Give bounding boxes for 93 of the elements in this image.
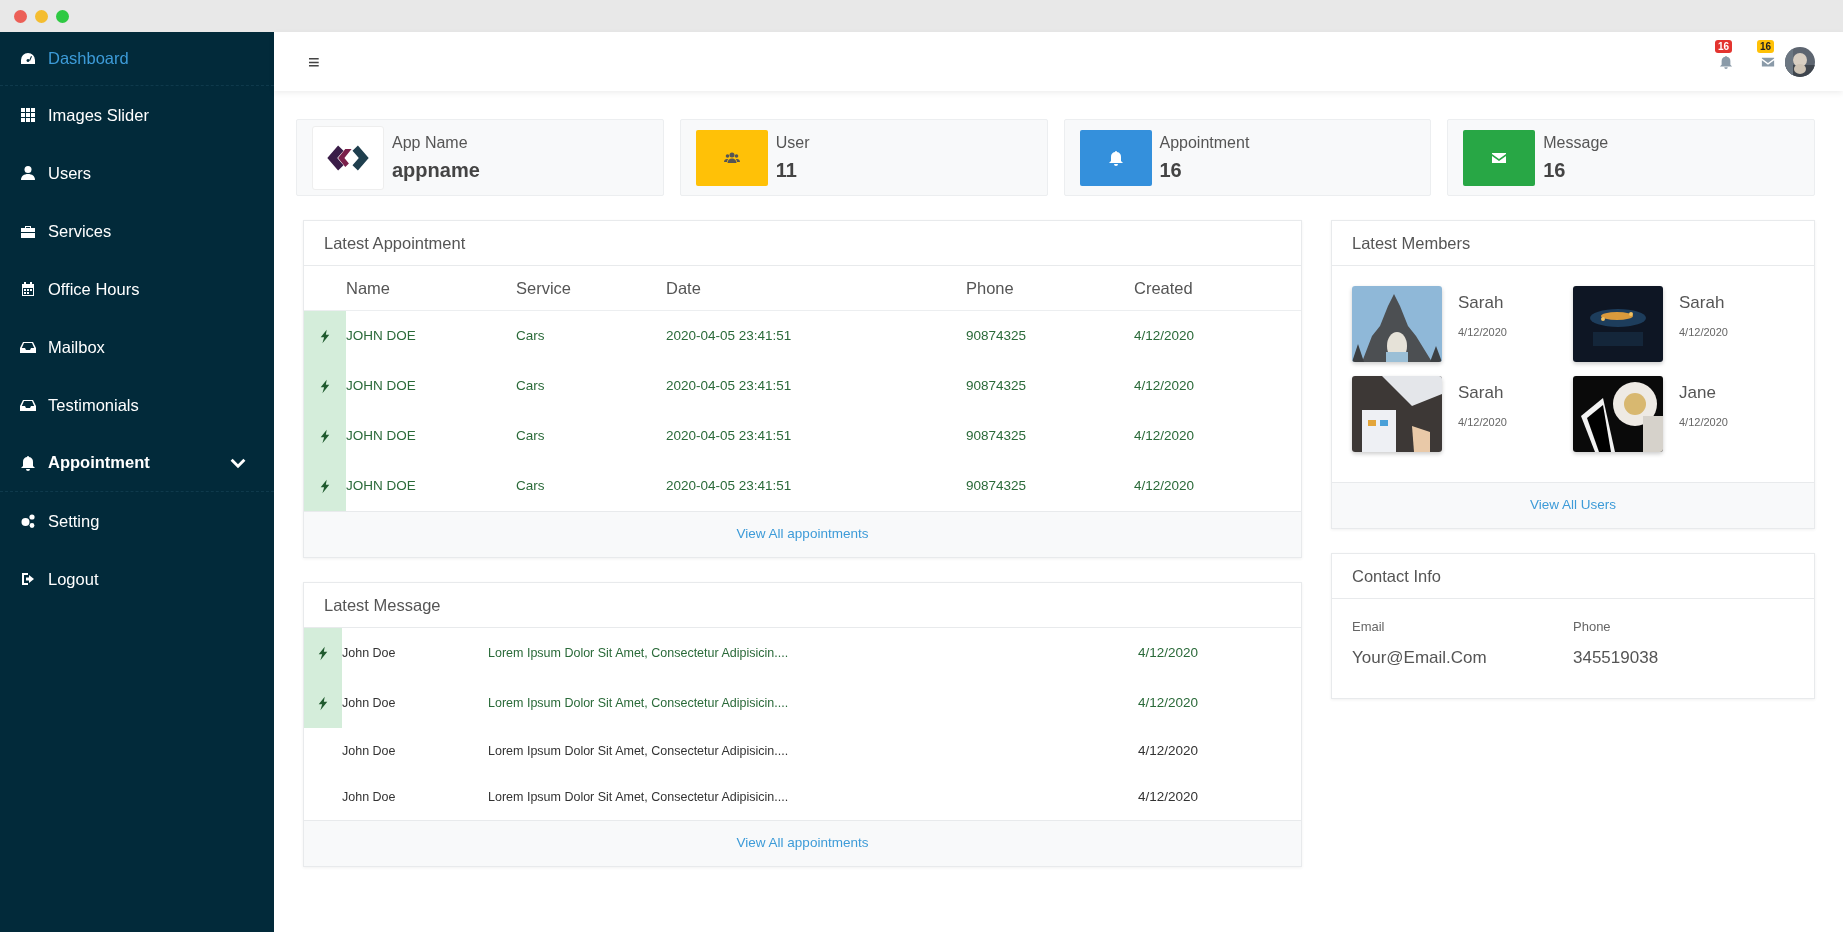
stat-label: Message	[1543, 132, 1609, 153]
member-name: Sarah	[1458, 382, 1505, 404]
table-cell-text: 2020-04-05 23:41:51	[666, 326, 793, 345]
sidebar-item[interactable]: Setting	[0, 492, 274, 550]
column-header: Name	[346, 266, 516, 311]
stat-value: 16	[1543, 157, 1567, 183]
bell-icon	[20, 454, 36, 471]
notification-badge: 16	[1757, 39, 1775, 53]
calendar-icon	[20, 281, 36, 297]
bolt-icon	[319, 378, 331, 394]
field-label: Phone	[1573, 618, 1612, 636]
table-cell-text: Lorem Ipsum Dolor Sit Amet, Consectetur Adipisicin....	[488, 742, 790, 760]
card-title: Latest Message	[304, 583, 1301, 628]
member-date: 4/12/2020	[1679, 414, 1728, 430]
table-cell-text: 4/12/2020	[1134, 376, 1196, 395]
stat-label: User	[775, 132, 810, 153]
table-cell-text: JOHN DOE	[346, 326, 417, 345]
table-cell-text: Lorem Ipsum Dolor Sit Amet, Consectetur Adipisicin....	[488, 644, 790, 662]
inbox-icon	[20, 339, 36, 355]
table-cell-text: 2020-04-05 23:41:51	[666, 376, 793, 395]
table-cell-text: 4/12/2020	[1134, 326, 1196, 345]
sidebar-item[interactable]: Images Slider	[0, 86, 274, 144]
table-cell-text: 4/12/2020	[1138, 787, 1200, 806]
bolt-icon	[317, 645, 329, 661]
member-name: Sarah	[1679, 292, 1726, 314]
card-title: Contact Info	[1332, 554, 1814, 599]
stat-value: 11	[775, 157, 798, 183]
table-cell-text: JOHN DOE	[346, 376, 417, 395]
sidebar-item[interactable]: Services	[0, 202, 274, 260]
sidebar-item[interactable]: Users	[0, 144, 274, 202]
table-cell-text: JOHN DOE	[346, 476, 417, 495]
table-cell-text: John Doe	[342, 644, 397, 662]
column-header: Date	[666, 266, 966, 311]
bolt-icon	[319, 478, 331, 494]
table-cell-text: John Doe	[342, 742, 397, 760]
sidebar-item[interactable]: Testimonials	[0, 376, 274, 434]
bolt-icon	[317, 695, 329, 711]
table-cell-text: 90874325	[966, 376, 1028, 395]
table-cell-text: 4/12/2020	[1138, 693, 1200, 712]
member-name: Sarah	[1458, 292, 1505, 314]
card-title: Latest Appointment	[304, 221, 1301, 266]
notification-badge: 16	[1715, 39, 1733, 53]
bolt-icon	[319, 328, 331, 344]
column-header: Phone	[966, 266, 1134, 311]
window-control[interactable]	[35, 9, 48, 23]
stat-value: appname	[392, 157, 480, 183]
table-cell-text: John Doe	[342, 788, 397, 806]
sidebar-item[interactable]: Logout	[0, 550, 274, 608]
column-header: Service	[516, 266, 666, 311]
field-value: Your@Email.Com	[1352, 646, 1488, 669]
grid-icon	[20, 107, 36, 123]
bell-icon	[1107, 149, 1124, 166]
table-cell-text: 2020-04-05 23:41:51	[666, 426, 793, 445]
table-cell-text: 4/12/2020	[1138, 741, 1200, 760]
menu-button[interactable]: ≡	[308, 46, 320, 77]
table-cell-text: Cars	[516, 426, 546, 445]
field-label: Email	[1352, 618, 1386, 636]
member-name: Jane	[1679, 382, 1717, 404]
sidebar-item[interactable]: Mailbox	[0, 318, 274, 376]
table-cell-text: Cars	[516, 376, 546, 395]
member-date: 4/12/2020	[1458, 414, 1507, 430]
window-control[interactable]	[56, 9, 69, 23]
table-cell-text: Cars	[516, 326, 546, 345]
member-date: 4/12/2020	[1679, 324, 1728, 340]
table-cell-text: 4/12/2020	[1134, 426, 1196, 445]
inbox-icon	[20, 397, 36, 413]
sign-out-icon	[20, 571, 36, 587]
table-cell-text: 2020-04-05 23:41:51	[666, 476, 793, 495]
sidebar-item[interactable]: Appointment	[0, 434, 274, 492]
table-cell-text: 4/12/2020	[1134, 476, 1196, 495]
table-cell-text: 4/12/2020	[1138, 643, 1200, 662]
member-date: 4/12/2020	[1458, 324, 1507, 340]
bell-icon	[1719, 55, 1733, 70]
speedometer-icon	[20, 50, 36, 67]
field-value: 345519038	[1573, 646, 1660, 669]
stat-label: Appointment	[1159, 132, 1250, 153]
stat-value: 16	[1159, 157, 1183, 183]
bolt-icon	[319, 428, 331, 444]
table-cell-text: 90874325	[966, 426, 1028, 445]
table-cell-text: Cars	[516, 476, 546, 495]
table-cell-text: Lorem Ipsum Dolor Sit Amet, Consectetur Adipisicin....	[488, 694, 790, 712]
briefcase-icon	[20, 223, 36, 239]
user-icon	[20, 165, 36, 181]
table-cell-text: 90874325	[966, 476, 1028, 495]
stat-label: App Name	[392, 132, 469, 153]
table-cell-text: 90874325	[966, 326, 1028, 345]
table-cell-text: John Doe	[342, 694, 397, 712]
table-cell-text: Lorem Ipsum Dolor Sit Amet, Consectetur Adipisicin....	[488, 788, 790, 806]
column-header: Created	[1134, 266, 1301, 311]
window-control[interactable]	[14, 9, 27, 23]
sidebar-item[interactable]: Office Hours	[0, 260, 274, 318]
table-cell-text: JOHN DOE	[346, 426, 417, 445]
card-title: Latest Members	[1332, 221, 1814, 266]
